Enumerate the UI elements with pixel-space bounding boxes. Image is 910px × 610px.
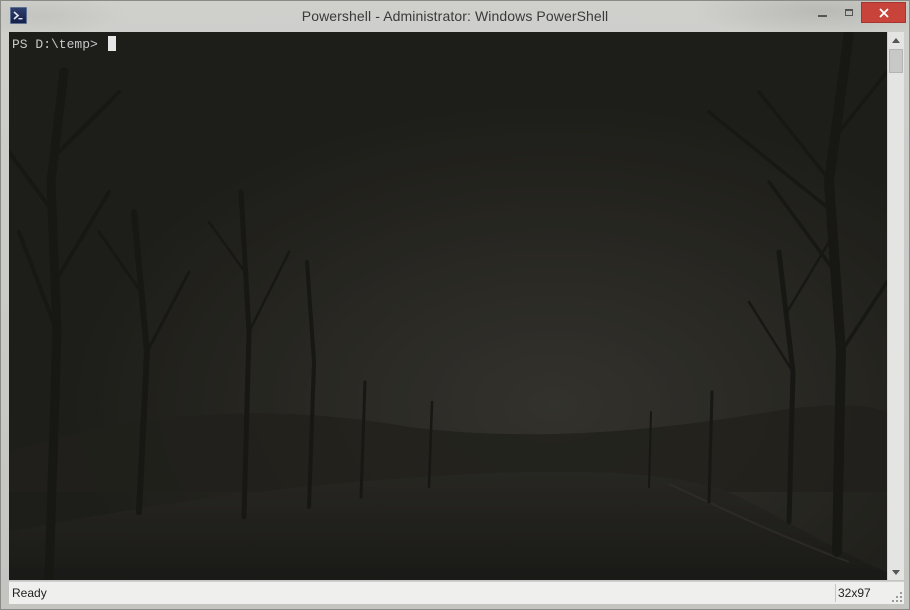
status-text: Ready bbox=[12, 586, 47, 600]
powershell-window: Powershell - Administrator: Windows Powe… bbox=[0, 0, 910, 610]
resize-grip-icon[interactable] bbox=[891, 591, 903, 603]
close-icon bbox=[878, 7, 889, 18]
scroll-thumb[interactable] bbox=[889, 49, 903, 73]
scroll-up-button[interactable] bbox=[888, 32, 904, 48]
minimize-button[interactable] bbox=[809, 2, 836, 23]
close-button[interactable] bbox=[861, 2, 906, 23]
minimize-icon bbox=[818, 14, 827, 17]
prompt-text: PS D:\temp> bbox=[12, 37, 106, 52]
console-size: 32x97 bbox=[838, 586, 871, 600]
scroll-down-button[interactable] bbox=[888, 564, 904, 580]
forest-background-image bbox=[9, 32, 887, 580]
maximize-button[interactable] bbox=[836, 2, 861, 23]
chevron-down-icon bbox=[892, 569, 900, 575]
console-area[interactable]: PS D:\temp> bbox=[9, 32, 887, 580]
status-bar: Ready 32x97 bbox=[9, 581, 904, 604]
title-bar[interactable]: Powershell - Administrator: Windows Powe… bbox=[1, 1, 909, 31]
text-cursor bbox=[107, 36, 116, 51]
chevron-up-icon bbox=[892, 37, 900, 43]
command-prompt[interactable]: PS D:\temp> bbox=[12, 36, 116, 53]
status-divider bbox=[835, 584, 836, 602]
maximize-icon bbox=[844, 9, 853, 16]
window-title: Powershell - Administrator: Windows Powe… bbox=[301, 8, 609, 24]
vertical-scrollbar[interactable] bbox=[887, 32, 904, 580]
